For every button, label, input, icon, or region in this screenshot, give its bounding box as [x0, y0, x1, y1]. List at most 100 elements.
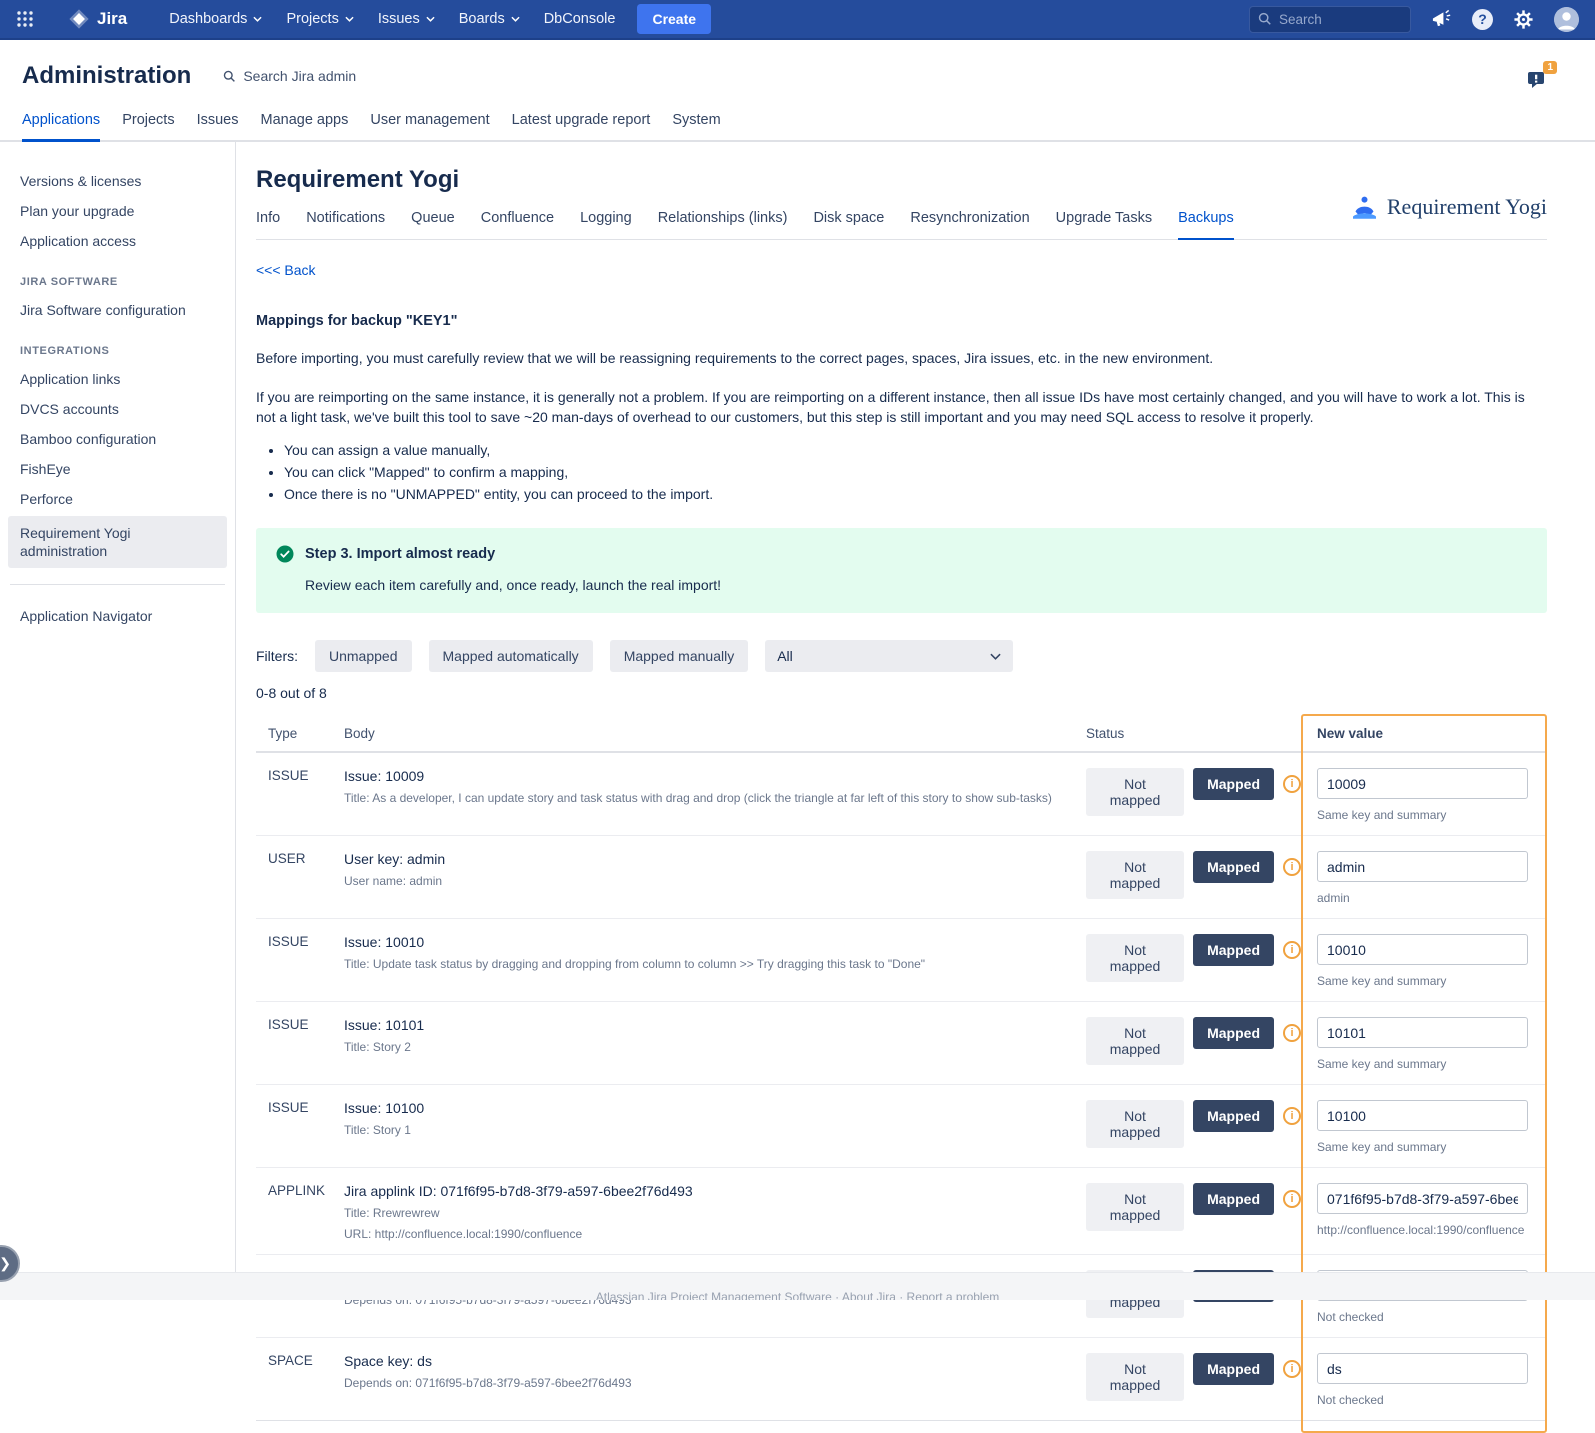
tab-confluence[interactable]: Confluence	[481, 210, 554, 239]
tab-backups[interactable]: Backups	[1178, 210, 1234, 240]
tab-disk-space[interactable]: Disk space	[813, 210, 884, 239]
info-icon[interactable]: i	[1283, 1107, 1301, 1125]
admin-tab-manage-apps[interactable]: Manage apps	[261, 112, 349, 140]
nav-menu-dashboards[interactable]: Dashboards	[157, 0, 274, 39]
row-body-sub: Depends on: 071f6f95-b7d8-3f79-a597-6bee…	[344, 1376, 1066, 1390]
not-mapped-button[interactable]: Not mapped	[1086, 768, 1184, 816]
admin-tab-system[interactable]: System	[672, 112, 720, 140]
not-mapped-button[interactable]: Not mapped	[1086, 934, 1184, 982]
filter-mapped-manually-button[interactable]: Mapped manually	[610, 640, 749, 672]
admin-tab-projects[interactable]: Projects	[122, 112, 174, 140]
new-value-input[interactable]	[1317, 1100, 1528, 1131]
sidebar-item-application-access[interactable]: Application access	[0, 226, 235, 256]
tab-queue[interactable]: Queue	[411, 210, 455, 239]
new-value-input[interactable]	[1317, 851, 1528, 882]
sidebar-item-application-navigator[interactable]: Application Navigator	[0, 601, 235, 631]
table-row: ISSUE Issue: 10010 Title: Update task st…	[256, 919, 1547, 1002]
mapped-button[interactable]: Mapped	[1193, 768, 1274, 800]
tab-info[interactable]: Info	[256, 210, 280, 239]
sidebar-item-requirement-yogi-administration[interactable]: Requirement Yogi administration	[8, 516, 227, 568]
info-icon[interactable]: i	[1283, 941, 1301, 959]
admin-tab-applications[interactable]: Applications	[22, 112, 100, 142]
mapped-button[interactable]: Mapped	[1193, 934, 1274, 966]
sidebar-item-plan-your-upgrade[interactable]: Plan your upgrade	[0, 196, 235, 226]
announcements-icon[interactable]	[1431, 9, 1452, 29]
not-mapped-button[interactable]: Not mapped	[1086, 851, 1184, 899]
chevron-down-icon	[511, 16, 520, 22]
info-icon[interactable]: i	[1283, 1024, 1301, 1042]
admin-search-label: Search Jira admin	[243, 68, 356, 84]
filter-mapped-automatically-button[interactable]: Mapped automatically	[429, 640, 593, 672]
row-type: ISSUE	[256, 1017, 344, 1071]
info-icon[interactable]: i	[1283, 775, 1301, 793]
mapped-button[interactable]: Mapped	[1193, 1017, 1274, 1049]
new-value-input[interactable]	[1317, 1353, 1528, 1384]
result-count: 0-8 out of 8	[256, 685, 1547, 701]
sidebar-item-jira-software-configuration[interactable]: Jira Software configuration	[0, 295, 235, 325]
new-value-input[interactable]	[1317, 768, 1528, 799]
row-body-main: Issue: 10010	[344, 934, 1066, 950]
sidebar-item-fisheye[interactable]: FishEye	[0, 454, 235, 484]
new-value-helper: Same key and summary	[1317, 808, 1547, 822]
tab-upgrade-tasks[interactable]: Upgrade Tasks	[1056, 210, 1152, 239]
info-icon[interactable]: i	[1283, 1190, 1301, 1208]
mapped-button[interactable]: Mapped	[1193, 851, 1274, 883]
new-value-input[interactable]	[1317, 1183, 1528, 1214]
intro-paragraph-1: Before importing, you must carefully rev…	[256, 348, 1547, 368]
nav-menu-projects[interactable]: Projects	[274, 0, 365, 39]
not-mapped-button[interactable]: Not mapped	[1086, 1353, 1184, 1401]
admin-tab-latest-upgrade-report[interactable]: Latest upgrade report	[512, 112, 651, 140]
jira-mark-icon	[68, 8, 90, 30]
info-icon[interactable]: i	[1283, 1360, 1301, 1378]
jira-logo[interactable]: Jira	[68, 8, 127, 30]
nav-menu-issues[interactable]: Issues	[366, 0, 447, 39]
user-avatar[interactable]	[1554, 7, 1579, 32]
mapped-button[interactable]: Mapped	[1193, 1100, 1274, 1132]
new-value-helper: Same key and summary	[1317, 974, 1547, 988]
sidebar-item-bamboo-configuration[interactable]: Bamboo configuration	[0, 424, 235, 454]
tab-resynchronization[interactable]: Resynchronization	[910, 210, 1029, 239]
row-body-main: Issue: 10100	[344, 1100, 1066, 1116]
sidebar-item-dvcs-accounts[interactable]: DVCS accounts	[0, 394, 235, 424]
instruction-item: Once there is no "UNMAPPED" entity, you …	[284, 486, 1547, 502]
row-body-sub: URL: http://confluence.local:1990/conflu…	[344, 1227, 1066, 1241]
new-value-input[interactable]	[1317, 934, 1528, 965]
global-search[interactable]	[1249, 6, 1411, 33]
nav-menu-boards[interactable]: Boards	[447, 0, 532, 39]
back-link[interactable]: <<< Back	[256, 262, 316, 278]
filter-unmapped-button[interactable]: Unmapped	[315, 640, 412, 672]
feedback-bubble-icon[interactable]: 1	[1527, 68, 1549, 94]
brand-label: Jira	[97, 9, 127, 29]
help-icon[interactable]: ?	[1472, 9, 1493, 30]
banner-title: Step 3. Import almost ready	[305, 546, 495, 562]
settings-gear-icon[interactable]	[1513, 9, 1534, 30]
type-filter-select[interactable]: All	[765, 640, 1013, 672]
new-value-helper: Not checked	[1317, 1310, 1547, 1324]
mapped-button[interactable]: Mapped	[1193, 1353, 1274, 1385]
not-mapped-button[interactable]: Not mapped	[1086, 1183, 1184, 1231]
sidebar-item-perforce[interactable]: Perforce	[0, 484, 235, 514]
info-icon[interactable]: i	[1283, 858, 1301, 876]
table-row: ISSUE Issue: 10100 Title: Story 1 Not ma…	[256, 1085, 1547, 1168]
instructions-list: You can assign a value manually, You can…	[284, 442, 1547, 502]
admin-tab-issues[interactable]: Issues	[197, 112, 239, 140]
tab-notifications[interactable]: Notifications	[306, 210, 385, 239]
tab-relationships[interactable]: Relationships (links)	[658, 210, 788, 239]
app-switcher-icon[interactable]	[16, 10, 34, 28]
sidebar-item-application-links[interactable]: Application links	[0, 364, 235, 394]
mapped-button[interactable]: Mapped	[1193, 1183, 1274, 1215]
not-mapped-button[interactable]: Not mapped	[1086, 1017, 1184, 1065]
search-icon	[223, 70, 236, 83]
admin-tab-user-management[interactable]: User management	[370, 112, 489, 140]
main-content: Requirement Yogi Requirement Yogi Info N…	[236, 142, 1595, 1272]
create-button[interactable]: Create	[637, 4, 711, 34]
tab-logging[interactable]: Logging	[580, 210, 632, 239]
sidebar-item-versions-licenses[interactable]: Versions & licenses	[0, 166, 235, 196]
column-header-type: Type	[256, 726, 344, 741]
chevron-right-icon: ❯	[0, 1255, 11, 1272]
not-mapped-button[interactable]: Not mapped	[1086, 1100, 1184, 1148]
nav-menu-dbconsole[interactable]: DbConsole	[532, 0, 628, 39]
global-search-input[interactable]	[1279, 12, 1389, 27]
admin-search[interactable]: Search Jira admin	[223, 68, 356, 84]
new-value-input[interactable]	[1317, 1017, 1528, 1048]
